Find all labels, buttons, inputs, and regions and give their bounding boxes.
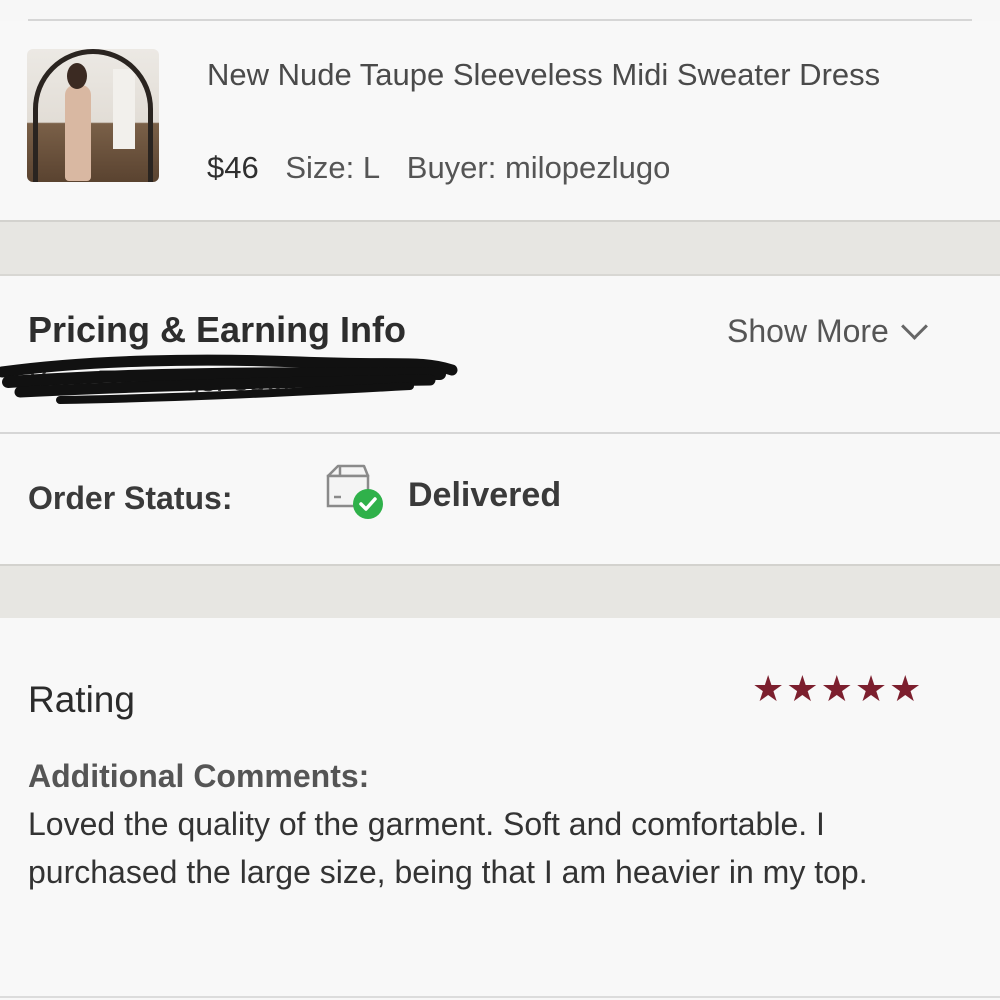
- show-more-button[interactable]: Show More: [727, 308, 928, 354]
- product-thumbnail[interactable]: [27, 49, 159, 182]
- rating-section: Rating ★ ★ ★ ★ ★ Additional Comments: Loved …: [0, 618, 1000, 1000]
- redaction-scribble: [0, 354, 458, 404]
- comments-title: Additional Comments:: [28, 758, 370, 794]
- product-meta: $46 Size: L Buyer: milopezlugo: [207, 146, 670, 190]
- star-icon: ★: [854, 669, 888, 710]
- star-icon: ★: [820, 669, 853, 710]
- chevron-down-icon: [900, 313, 928, 340]
- delivered-box-icon: [326, 464, 383, 519]
- star-icon: ★: [752, 669, 785, 710]
- pricing-title: Pricing & Earning Info: [28, 309, 407, 350]
- product-size: Size: L: [285, 150, 381, 185]
- bottom-divider: [0, 996, 1000, 998]
- order-status-value: Delivered: [408, 476, 562, 514]
- pricing-section: Pricing & Earning Info Show More Your Ea…: [0, 276, 1000, 434]
- comments-text: Loved the quality of the garment. Soft a…: [28, 806, 868, 890]
- section-separator: [0, 220, 1000, 276]
- star-rating: ★ ★ ★ ★ ★: [752, 670, 921, 710]
- order-status-label: Order Status:: [28, 480, 233, 516]
- rating-title: Rating: [28, 679, 135, 720]
- product-title[interactable]: New Nude Taupe Sleeveless Midi Sweater D…: [207, 51, 927, 99]
- product-price: $46: [207, 150, 259, 185]
- star-icon: ★: [786, 669, 819, 710]
- star-icon: ★: [889, 669, 922, 710]
- product-summary[interactable]: New Nude Taupe Sleeveless Midi Sweater D…: [0, 21, 1000, 220]
- show-more-label: Show More: [727, 313, 889, 349]
- section-separator: [0, 564, 1000, 620]
- order-status-section: Order Status: Delivered: [0, 434, 1000, 564]
- product-buyer[interactable]: Buyer: milopezlugo: [407, 150, 671, 185]
- thumbnail-mirror: [33, 49, 153, 182]
